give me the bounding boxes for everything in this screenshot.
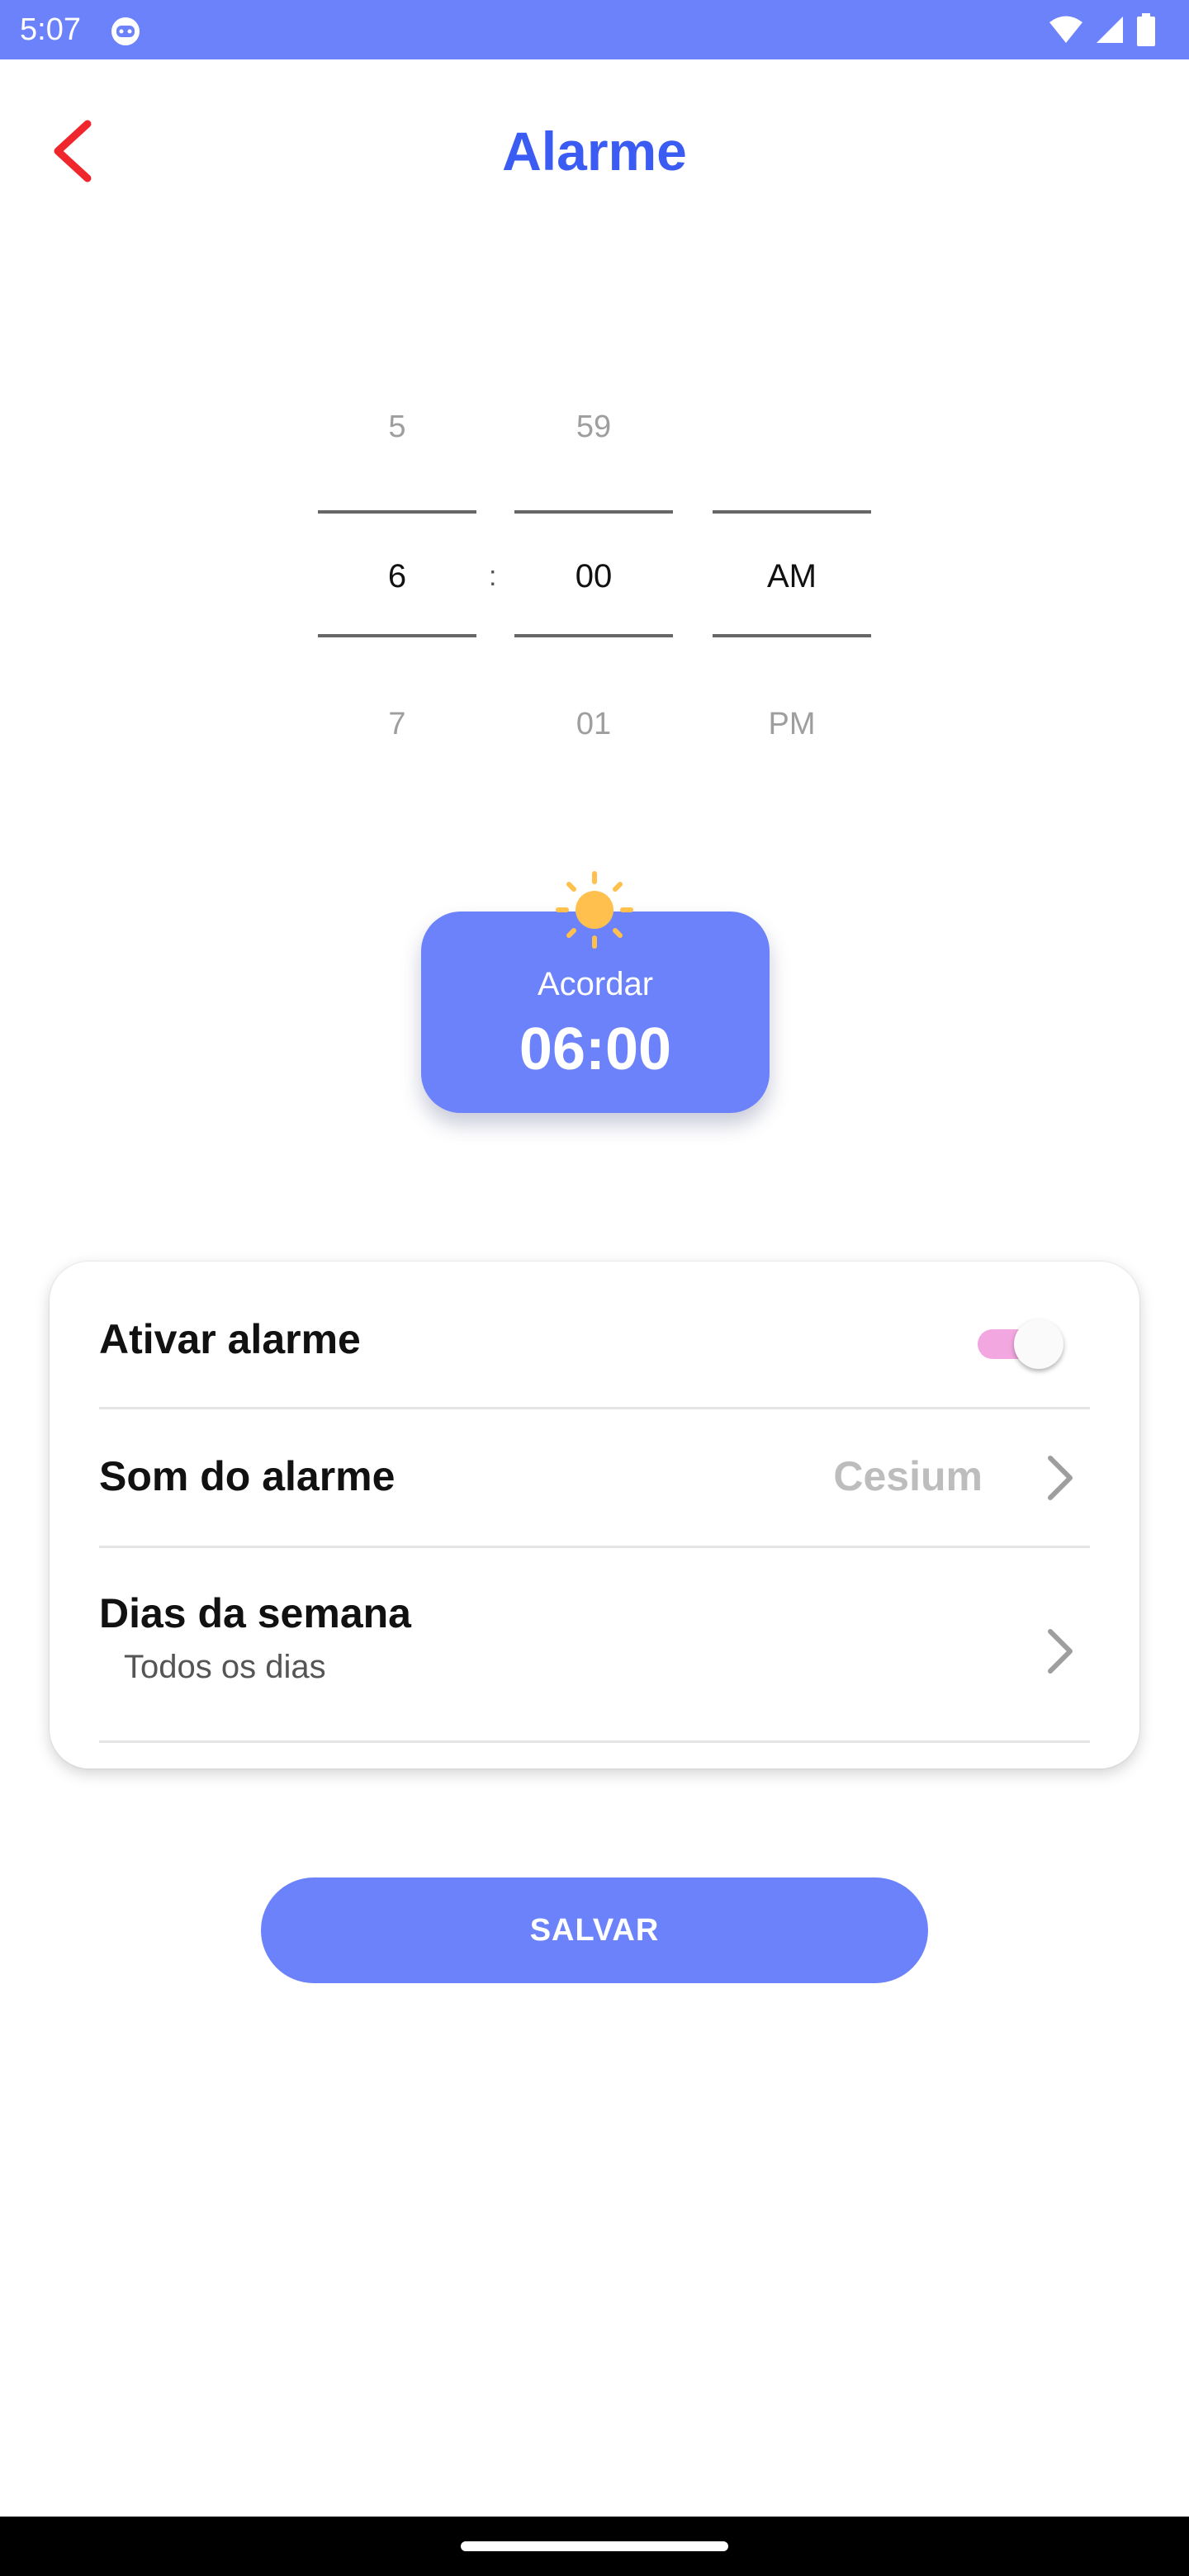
enable-alarm-label: Ativar alarme	[99, 1316, 361, 1362]
robot-icon	[111, 17, 140, 45]
chevron-right-icon	[1048, 1629, 1073, 1674]
weekdays-row[interactable]: Dias da semana Todos os dias	[99, 1589, 1090, 1721]
toggle-thumb	[1014, 1319, 1063, 1369]
hour-prev[interactable]: 5	[318, 406, 476, 447]
home-handle[interactable]	[461, 2541, 728, 2551]
alarm-sound-value: Cesium	[833, 1453, 983, 1499]
weekdays-value: Todos os dias	[124, 1649, 326, 1685]
minute-prev[interactable]: 59	[514, 406, 673, 447]
period-bottom-divider	[713, 634, 871, 637]
hour-next[interactable]: 7	[318, 703, 476, 745]
minute-bottom-divider	[514, 634, 673, 637]
save-button[interactable]: SALVAR	[261, 1878, 928, 1983]
chevron-right-icon	[1048, 1456, 1073, 1500]
period-selected[interactable]: AM	[713, 556, 871, 597]
hour-top-divider	[318, 510, 476, 514]
system-icons	[1049, 12, 1156, 48]
navigation-bar	[0, 2517, 1189, 2576]
enable-alarm-toggle[interactable]	[976, 1311, 1063, 1369]
signal-icon	[1097, 17, 1123, 43]
time-picker[interactable]: 5 6 7 : 59 00 01 AM PM	[0, 363, 1189, 793]
alarm-sound-label: Som do alarme	[99, 1453, 396, 1499]
page-title: Alarme	[502, 121, 687, 182]
divider	[99, 1740, 1090, 1743]
minute-top-divider	[514, 510, 673, 514]
enable-alarm-row[interactable]: Ativar alarme	[99, 1314, 1090, 1397]
wake-time: 06:00	[519, 1016, 672, 1082]
wake-label: Acordar	[537, 966, 654, 1002]
hour-bottom-divider	[318, 634, 476, 637]
divider	[99, 1407, 1090, 1409]
alarm-settings-card: Ativar alarme Som do alarme Cesium Dias …	[50, 1262, 1139, 1769]
wifi-icon	[1049, 16, 1082, 43]
period-next[interactable]: PM	[713, 703, 871, 745]
weekdays-label: Dias da semana	[99, 1590, 411, 1636]
period-top-divider	[713, 510, 871, 514]
battery-icon	[1137, 13, 1155, 46]
divider	[99, 1546, 1090, 1548]
status-bar: 5:07	[0, 0, 1189, 59]
minute-selected[interactable]: 00	[514, 556, 673, 597]
sun-icon	[556, 871, 633, 949]
minute-next[interactable]: 01	[514, 703, 673, 745]
hour-selected[interactable]: 6	[318, 556, 476, 597]
status-time: 5:07	[20, 12, 81, 47]
alarm-sound-row[interactable]: Som do alarme Cesium	[99, 1451, 1090, 1534]
time-separator: :	[489, 561, 497, 592]
